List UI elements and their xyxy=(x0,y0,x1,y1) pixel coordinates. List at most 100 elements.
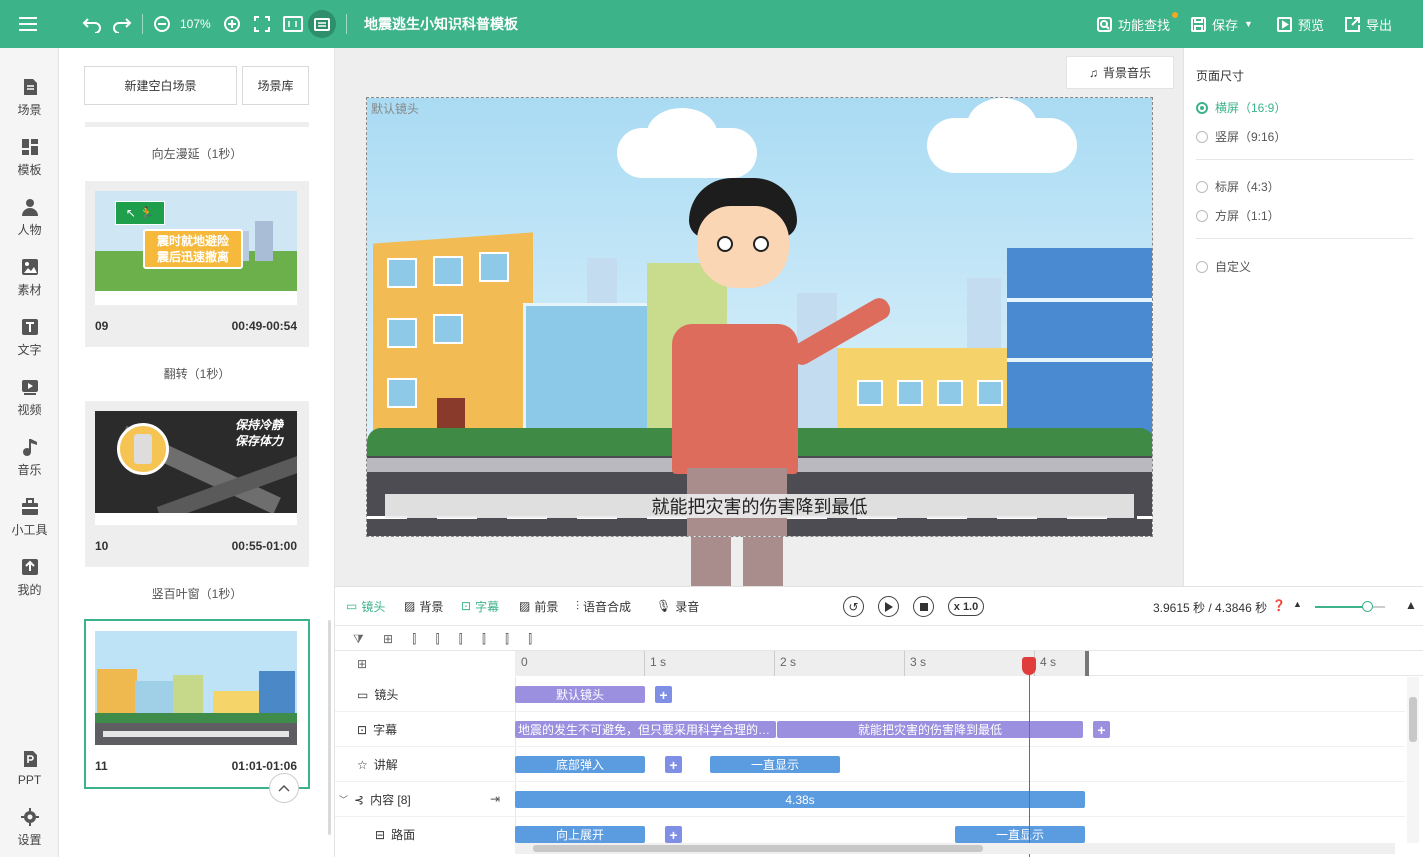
rail-item-scene[interactable]: 场景 xyxy=(0,70,59,126)
play-icon[interactable] xyxy=(878,596,899,617)
narration-clip[interactable]: 一直显示 xyxy=(710,756,840,773)
new-blank-scene-button[interactable]: 新建空白场景 xyxy=(84,66,237,105)
fit-screen-icon[interactable] xyxy=(253,0,271,48)
camera-clip[interactable]: 默认镜头 xyxy=(515,686,645,703)
undo-icon[interactable] xyxy=(82,0,102,48)
redo-icon[interactable] xyxy=(112,0,132,48)
stop-icon[interactable] xyxy=(913,596,934,617)
scrollbar-thumb[interactable] xyxy=(1409,697,1417,742)
tab-foreground[interactable]: ▨ 前景 xyxy=(519,587,558,625)
export-button[interactable]: 导出 xyxy=(1345,0,1392,48)
option-portrait[interactable]: 竖屏（9:16） xyxy=(1196,128,1286,145)
zoom-in-icon[interactable] xyxy=(223,0,241,48)
scene-stage[interactable]: 就能把灾害的伤害降到最低 默认镜头 xyxy=(366,97,1153,537)
tab-label: 背景 xyxy=(419,599,444,614)
track-content[interactable]: ﹀ ⊰ 内容 [8] xyxy=(335,782,515,817)
scrollbar-thumb[interactable] xyxy=(533,845,983,852)
track-narration[interactable]: ☆ 讲解 xyxy=(335,747,515,782)
rail-item-video[interactable]: 视频 xyxy=(0,370,59,426)
chevron-up-icon xyxy=(278,784,290,792)
tab-record[interactable]: 🎙 录音 xyxy=(656,587,699,625)
transition-label[interactable]: 竖百叶窗（1秒） xyxy=(79,585,315,602)
time-ruler[interactable]: 0 1 s 2 s 3 s 4 s xyxy=(515,651,1085,676)
zoom-slider-fill xyxy=(1315,606,1367,608)
tab-subtitle[interactable]: ⊡ 字幕 xyxy=(461,587,499,625)
scene-card-09[interactable]: ↖ 🏃 震时就地避险 震后迅速撤离 09 00:49-00:54 xyxy=(85,181,309,347)
rail-item-settings[interactable]: 设置 xyxy=(0,800,59,856)
track-camera[interactable]: ▭ 镜头 xyxy=(335,677,515,712)
tab-camera[interactable]: ▭ 镜头 xyxy=(346,587,385,625)
road-clip[interactable]: 一直显示 xyxy=(955,826,1085,843)
scene-card-11[interactable]: 11 01:01-01:06 xyxy=(84,619,310,789)
menu-icon[interactable] xyxy=(18,0,38,48)
vertical-scrollbar[interactable] xyxy=(1407,677,1419,843)
cloud xyxy=(647,108,717,158)
add-subtitle-button[interactable]: + xyxy=(1093,721,1110,738)
tab-tts[interactable]: ⫶ 语音合成 xyxy=(576,587,631,625)
exit-group-icon[interactable]: ⇥ xyxy=(490,792,500,806)
add-camera-button[interactable]: + xyxy=(655,686,672,703)
rail-item-material[interactable]: 素材 xyxy=(0,250,59,306)
zoom-small-icon[interactable]: ▲ xyxy=(1293,599,1302,609)
replay-icon[interactable]: ↺ xyxy=(843,596,864,617)
layers-icon[interactable]: ⊞ xyxy=(357,657,367,671)
tab-label: 字幕 xyxy=(475,599,500,614)
zoom-out-icon[interactable] xyxy=(153,0,171,48)
subtitle-clip[interactable]: 就能把灾害的伤害降到最低 xyxy=(777,721,1083,738)
scene-panel-scrollbar[interactable] xyxy=(328,620,331,835)
divider xyxy=(1196,238,1414,239)
rail-item-text[interactable]: 文字 xyxy=(0,310,59,366)
option-standard[interactable]: 标屏（4:3） xyxy=(1196,178,1280,195)
rail-item-ppt[interactable]: PPT xyxy=(0,740,59,796)
option-label: 方屏（1:1） xyxy=(1215,209,1280,223)
rail-item-music[interactable]: 音乐 xyxy=(0,430,59,486)
character-eye xyxy=(753,236,769,252)
option-custom[interactable]: 自定义 xyxy=(1196,258,1251,275)
speed-button[interactable]: x 1.0 xyxy=(948,597,984,616)
preview-button[interactable]: 预览 xyxy=(1277,0,1324,48)
scene-time: 01:01-01:06 xyxy=(231,759,297,773)
transition-label[interactable]: 向左漫延（1秒） xyxy=(79,145,315,162)
properties-panel: 页面尺寸 横屏（16:9） 竖屏（9:16） 标屏（4:3） 方屏（1:1） 自… xyxy=(1183,48,1423,586)
rail-item-toolbox[interactable]: 小工具 xyxy=(0,490,59,546)
feature-search-label: 功能查找 xyxy=(1118,17,1171,33)
option-square[interactable]: 方屏（1:1） xyxy=(1196,207,1280,224)
gear-icon xyxy=(20,808,39,826)
zoom-slider-track[interactable] xyxy=(1315,601,1385,612)
help-icon[interactable]: ❓ xyxy=(1272,599,1286,612)
road-clip[interactable]: 向上展开 xyxy=(515,826,645,843)
scene-card-10[interactable]: 保持冷静 保存体力 10 00:55-01:00 xyxy=(85,401,309,567)
track-subtitle[interactable]: ⊡ 字幕 xyxy=(335,712,515,747)
add-road-button[interactable]: + xyxy=(665,826,682,843)
option-landscape[interactable]: 横屏（16:9） xyxy=(1196,99,1286,116)
content-clip[interactable]: 4.38s xyxy=(515,791,1085,808)
track-road[interactable]: ⊟ 路面 xyxy=(335,817,515,852)
horizontal-scrollbar[interactable] xyxy=(515,843,1395,854)
zoom-slider-handle[interactable] xyxy=(1362,601,1373,612)
safe-frame-icon[interactable] xyxy=(308,0,336,48)
rail-item-mine[interactable]: 我的 xyxy=(0,550,59,606)
actual-size-icon[interactable] xyxy=(283,0,303,48)
timeline-tools[interactable]: ⧩ ⊞ ⫿ ⫿ ⫿ ⫿ ⫿ ⫿ xyxy=(353,632,540,647)
subtitle-clip[interactable]: 地震的发生不可避免，但只要采用科学合理的… xyxy=(515,721,776,738)
rail-item-template[interactable]: 模板 xyxy=(0,130,59,186)
phone-badge xyxy=(117,423,169,475)
scene-library-button[interactable]: 场景库 xyxy=(242,66,309,105)
project-title[interactable]: 地震逃生小知识科普模板 xyxy=(364,0,518,48)
save-label: 保存 xyxy=(1212,17,1239,33)
subtitle-text[interactable]: 就能把灾害的伤害降到最低 xyxy=(385,494,1134,518)
zoom-large-icon[interactable]: ▲ xyxy=(1405,598,1417,612)
add-narration-button[interactable]: + xyxy=(665,756,682,773)
rail-item-person[interactable]: 人物 xyxy=(0,190,59,246)
narration-clip[interactable]: 底部弹入 xyxy=(515,756,645,773)
background-music-button[interactable]: ♫ 背景音乐 xyxy=(1066,56,1174,89)
top-toolbar: 107% 地震逃生小知识科普模板 功能查找 保存 ▼ 预览 导出 xyxy=(0,0,1423,48)
window xyxy=(387,258,417,288)
microphone-icon: 🎙 xyxy=(656,599,672,613)
feature-search-button[interactable]: 功能查找 xyxy=(1097,0,1178,48)
tab-background[interactable]: ▨ 背景 xyxy=(404,587,443,625)
transition-label[interactable]: 翻转（1秒） xyxy=(79,365,315,382)
text-icon xyxy=(21,319,38,335)
save-button[interactable]: 保存 ▼ xyxy=(1191,0,1253,48)
collapse-up-button[interactable] xyxy=(269,773,299,803)
